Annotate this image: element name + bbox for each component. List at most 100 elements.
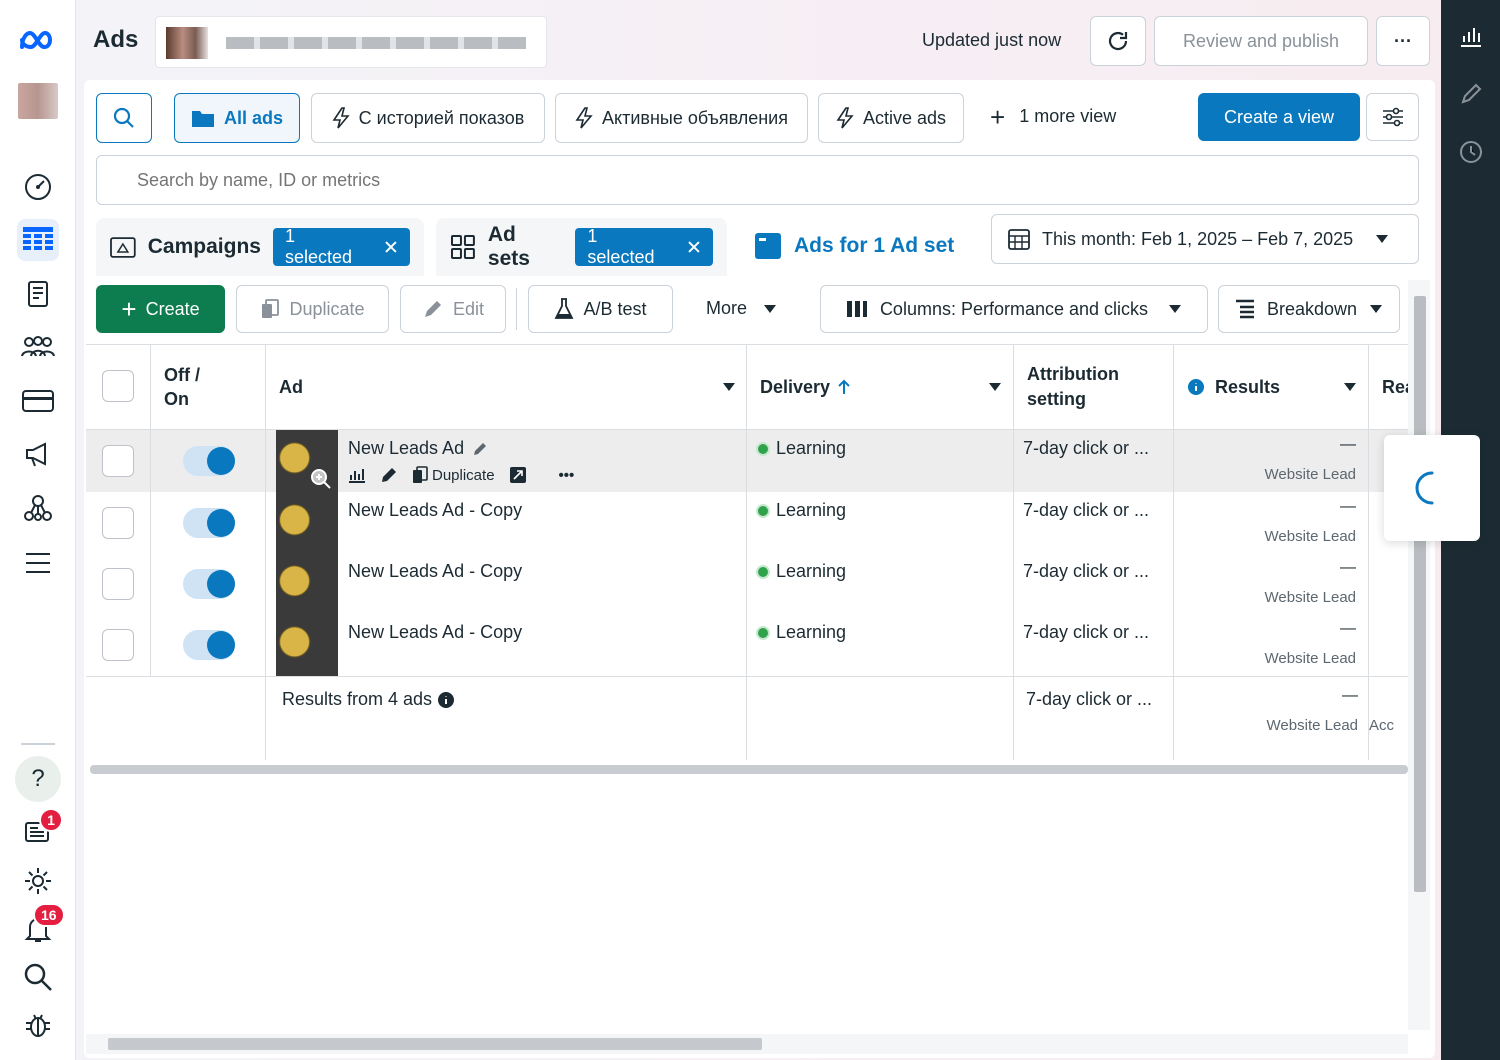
edit-button[interactable]: Edit [400, 285, 506, 333]
row-checkbox[interactable] [102, 507, 134, 539]
column-ad[interactable]: Ad [265, 344, 747, 430]
date-range-picker[interactable]: This month: Feb 1, 2025 – Feb 7, 2025 [991, 214, 1419, 264]
view-all-ads[interactable]: All ads [174, 93, 300, 143]
table-row[interactable]: New Leads Ad Duplicate ••• Learning 7-da… [86, 430, 1408, 492]
ads-manager-table-icon[interactable] [17, 219, 59, 261]
history-clock-icon[interactable] [1459, 140, 1483, 164]
meta-logo-icon[interactable] [17, 20, 59, 62]
pencil-icon [382, 468, 396, 482]
alerts-badge: 16 [33, 903, 65, 927]
chevron-down-icon [1169, 305, 1182, 313]
create-view-button[interactable]: Create a view [1198, 93, 1360, 141]
more-views-button[interactable]: + 1 more view [990, 104, 1117, 130]
results-value: — [1340, 436, 1356, 453]
refresh-button[interactable] [1090, 16, 1146, 66]
ad-thumbnail[interactable] [276, 614, 338, 676]
delivery-status: Learning [776, 622, 847, 642]
ad-status-toggle[interactable] [183, 630, 235, 660]
all-tools-menu-icon[interactable] [17, 542, 59, 584]
table-row[interactable]: New Leads Ad - Copy Learning 7-day click… [86, 614, 1408, 676]
ad-name[interactable]: New Leads Ad - Copy [348, 622, 522, 643]
loading-panel [1384, 435, 1480, 541]
column-divider [746, 344, 747, 760]
search-toggle-button[interactable] [96, 93, 152, 143]
ad-thumbnail[interactable] [276, 553, 338, 615]
select-all-checkbox[interactable] [102, 370, 134, 402]
row-checkbox[interactable] [102, 568, 134, 600]
page-horizontal-scrollbar-thumb[interactable] [108, 1038, 762, 1050]
breakdown-dropdown[interactable]: Breakdown [1218, 285, 1400, 333]
column-delivery[interactable]: Delivery [746, 344, 1013, 430]
bug-report-icon[interactable] [17, 1004, 59, 1046]
ad-status-toggle[interactable] [183, 508, 235, 538]
row-more-icon[interactable]: ••• [559, 467, 575, 484]
vertical-scrollbar-track[interactable] [1408, 280, 1430, 1030]
open-preview-icon [509, 467, 526, 483]
campaigns-selected-pill[interactable]: 1 selected [272, 226, 410, 267]
account-selector[interactable] [155, 16, 547, 68]
view-settings-button[interactable] [1366, 93, 1419, 141]
result-type: Website Lead [1264, 589, 1356, 606]
edit-button-label: Edit [452, 298, 485, 319]
campaign-megaphone-icon[interactable] [17, 433, 59, 475]
vertical-scrollbar-thumb[interactable] [1414, 296, 1426, 892]
create-button[interactable]: + Create [96, 285, 225, 333]
ad-thumbnail[interactable] [276, 492, 338, 554]
pages-icon[interactable] [17, 273, 59, 315]
ad-name[interactable]: New Leads Ad - Copy [348, 500, 522, 521]
page-horizontal-scrollbar[interactable] [86, 1034, 1408, 1054]
duplicate-button[interactable]: Duplicate [236, 285, 389, 333]
search-icon[interactable] [17, 956, 59, 998]
performance-chart-icon[interactable] [1459, 24, 1483, 48]
view-active-ru[interactable]: Активные объявления [555, 93, 808, 143]
ad-status-toggle[interactable] [183, 569, 235, 599]
adsets-selected-pill[interactable]: 1 selected [575, 226, 713, 267]
campaign-folder-icon [110, 237, 136, 258]
row-duplicate-button[interactable]: Duplicate [412, 466, 495, 484]
settings-gear-icon[interactable] [17, 860, 59, 902]
help-question-icon[interactable]: ? [15, 756, 61, 802]
account-avatar [166, 27, 208, 59]
column-results[interactable]: Results [1173, 344, 1368, 430]
edit-pencil-icon[interactable] [1459, 82, 1483, 106]
summary-result-type: Website Lead [1266, 717, 1358, 734]
learning-status-dot [758, 505, 768, 516]
more-views-label: 1 more view [1019, 106, 1117, 126]
attribution-setting: 7-day click or ... [1023, 622, 1150, 642]
tab-adsets[interactable]: Ad sets 1 selected [436, 218, 727, 276]
row-checkbox[interactable] [102, 445, 134, 477]
ad-name[interactable]: New Leads Ad - Copy [348, 561, 522, 582]
billing-card-icon[interactable] [17, 380, 59, 422]
header-more-button[interactable]: ··· [1376, 16, 1430, 66]
column-offon-label: Off / On [164, 365, 200, 409]
folder-icon [191, 111, 214, 127]
results-value: — [1340, 620, 1356, 637]
account-avatar[interactable] [17, 80, 59, 122]
column-attribution[interactable]: Attribution setting [1013, 344, 1173, 430]
column-divider [1368, 344, 1369, 760]
search-input[interactable] [96, 155, 1419, 205]
column-reach[interactable]: Rea [1368, 344, 1408, 430]
tab-ads[interactable]: Ads for 1 Ad set [740, 215, 972, 276]
table-row[interactable]: New Leads Ad - Copy Learning 7-day click… [86, 492, 1408, 554]
learning-status-dot [758, 627, 768, 638]
review-publish-button[interactable]: Review and publish [1154, 16, 1368, 66]
sliders-icon [1382, 107, 1403, 127]
dashboard-gauge-icon[interactable] [17, 166, 59, 208]
view-history[interactable]: С историей показов [311, 93, 545, 143]
more-actions-dropdown[interactable]: More [706, 298, 777, 319]
business-network-icon[interactable] [17, 487, 59, 529]
ad-status-toggle[interactable] [183, 446, 235, 476]
audiences-icon[interactable] [17, 326, 59, 368]
table-row[interactable]: New Leads Ad - Copy Learning 7-day click… [86, 553, 1408, 615]
notifications-bell-icon[interactable]: 16 [17, 903, 65, 950]
ad-name[interactable]: New Leads Ad [348, 438, 464, 459]
tab-campaigns[interactable]: Campaigns 1 selected [96, 218, 424, 276]
table-horizontal-scrollbar[interactable] [90, 765, 1408, 774]
info-icon [438, 691, 455, 708]
view-active-ads[interactable]: Active ads [818, 93, 964, 143]
ab-test-button[interactable]: A/B test [528, 285, 673, 333]
row-checkbox[interactable] [102, 629, 134, 661]
columns-dropdown[interactable]: Columns: Performance and clicks [820, 285, 1208, 333]
inbox-icon[interactable]: 1 [17, 808, 63, 852]
